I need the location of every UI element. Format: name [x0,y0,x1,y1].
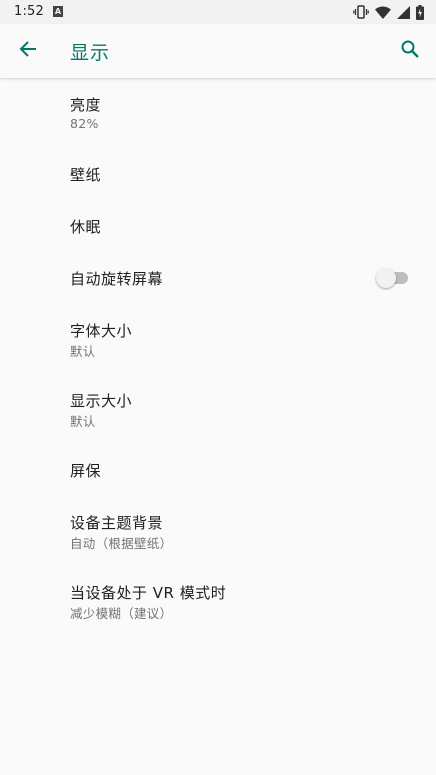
status-icons [353,4,424,20]
setting-wallpaper[interactable]: 壁纸 [0,148,436,200]
setting-title: 显示大小 [70,392,133,410]
app-bar: 显示 [0,24,436,78]
wifi-icon [375,6,391,19]
setting-title: 自动旋转屏幕 [70,270,164,288]
toggle-thumb [376,268,396,288]
search-icon [400,39,420,63]
setting-title: 亮度 [70,96,102,114]
setting-summary: 减少模糊（建议） [70,606,173,621]
setting-title: 屏保 [70,462,102,480]
cell-signal-icon [397,5,410,19]
setting-screensaver[interactable]: 屏保 [0,444,436,496]
setting-title: 字体大小 [70,322,133,340]
search-button[interactable] [396,37,424,65]
status-time: 1:52 [14,4,44,19]
setting-device-theme[interactable]: 设备主题背景 自动（根据壁纸） [0,496,436,566]
setting-font-size[interactable]: 字体大小 默认 [0,304,436,374]
auto-rotate-toggle[interactable] [376,268,410,288]
screen: 1:52 A 显示 亮度 82% 壁纸 休眠 自动旋转屏幕 字体大小 默认 显示… [0,0,436,775]
setting-title: 当设备处于 VR 模式时 [70,584,227,602]
setting-display-size[interactable]: 显示大小 默认 [0,374,436,444]
setting-vr-mode[interactable]: 当设备处于 VR 模式时 减少模糊（建议） [0,566,436,636]
a-icon: A [53,6,63,17]
setting-sleep[interactable]: 休眠 [0,200,436,252]
status-bar: 1:52 A [0,0,436,24]
arrow-back-icon [18,39,38,63]
setting-brightness[interactable]: 亮度 82% [0,78,436,142]
setting-title: 休眠 [70,218,102,236]
back-button[interactable] [14,37,42,65]
setting-summary: 82% [70,116,99,131]
setting-summary: 自动（根据壁纸） [70,536,173,551]
page-title: 显示 [70,42,111,64]
setting-summary: 默认 [70,344,96,359]
setting-auto-rotate[interactable]: 自动旋转屏幕 [0,252,436,304]
battery-icon [416,4,424,20]
setting-summary: 默认 [70,414,96,429]
vibrate-icon [353,5,369,19]
setting-title: 设备主题背景 [70,514,164,532]
setting-title: 壁纸 [70,166,102,184]
